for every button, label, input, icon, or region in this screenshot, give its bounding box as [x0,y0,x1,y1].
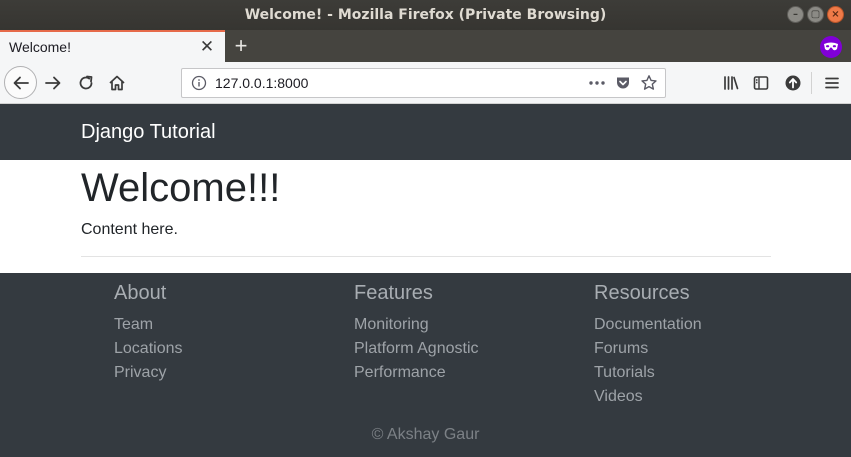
footer-link-platform-agnostic[interactable]: Platform Agnostic [354,337,479,361]
extension-button[interactable] [781,71,805,95]
reload-button[interactable] [74,71,98,95]
main-content: Welcome!!! Content here. [0,160,851,273]
footer-heading: Features [354,282,433,304]
window-title: Welcome! - Mozilla Firefox (Private Brow… [244,7,607,23]
footer-heading: About [114,282,167,304]
divider [81,256,771,257]
new-tab-button[interactable]: + [229,33,253,59]
minimize-icon[interactable]: – [787,6,804,23]
page-viewport: Django Tutorial Welcome!!! Content here.… [0,104,851,457]
arrow-up-circle-icon [785,75,801,91]
footer-link-team[interactable]: Team [114,313,183,337]
toolbar-separator [811,72,812,94]
arrow-left-icon [13,76,29,89]
footer-column-about: About Team Locations Privacy [114,273,183,385]
site-navbar: Django Tutorial [0,104,851,160]
site-footer: About Team Locations Privacy Features Mo… [0,273,851,457]
pocket-icon[interactable] [613,73,633,93]
tab-strip: Welcome! ✕ + [0,30,851,62]
ellipsis-icon[interactable] [587,73,607,93]
library-icon [724,76,739,90]
private-browsing-mask-icon [820,36,842,58]
plus-icon: + [234,33,248,58]
footer-link-monitoring[interactable]: Monitoring [354,313,479,337]
url-text[interactable]: 127.0.0.1:8000 [215,69,308,97]
home-icon [109,75,125,91]
footer-column-features: Features Monitoring Platform Agnostic Pe… [354,273,479,385]
footer-link-privacy[interactable]: Privacy [114,361,183,385]
footer-link-tutorials[interactable]: Tutorials [594,361,702,385]
hamburger-icon [825,77,839,89]
footer-link-documentation[interactable]: Documentation [594,313,702,337]
window-controls: – ▢ × [787,6,844,23]
tab-welcome[interactable]: Welcome! ✕ [0,30,225,62]
url-actions [587,73,659,93]
forward-button[interactable] [41,71,65,95]
footer-link-performance[interactable]: Performance [354,361,479,385]
menu-button[interactable] [820,71,844,95]
url-bar[interactable]: 127.0.0.1:8000 [181,68,666,98]
footer-link-locations[interactable]: Locations [114,337,183,361]
copyright-text: © Akshay Gaur [371,426,480,443]
footer-link-videos[interactable]: Videos [594,385,702,409]
back-button[interactable] [4,66,37,99]
tab-close-icon[interactable]: ✕ [197,37,217,57]
content-text: Content here. [81,221,178,238]
star-icon[interactable] [639,73,659,93]
sidebar-icon [753,76,769,90]
arrow-right-icon [45,76,61,90]
tab-title: Welcome! [9,39,71,55]
navbar-brand[interactable]: Django Tutorial [81,104,216,160]
window-titlebar: Welcome! - Mozilla Firefox (Private Brow… [0,0,851,30]
page-heading: Welcome!!! [81,166,281,210]
maximize-icon[interactable]: ▢ [807,6,824,23]
close-icon[interactable]: × [827,6,844,23]
home-button[interactable] [105,71,129,95]
info-icon[interactable] [191,75,207,91]
footer-link-forums[interactable]: Forums [594,337,702,361]
nav-toolbar: 127.0.0.1:8000 [0,62,851,104]
sidebar-button[interactable] [749,71,773,95]
footer-heading: Resources [594,282,690,304]
footer-column-resources: Resources Documentation Forums Tutorials… [594,273,702,409]
library-button[interactable] [719,71,743,95]
reload-icon [79,75,93,90]
